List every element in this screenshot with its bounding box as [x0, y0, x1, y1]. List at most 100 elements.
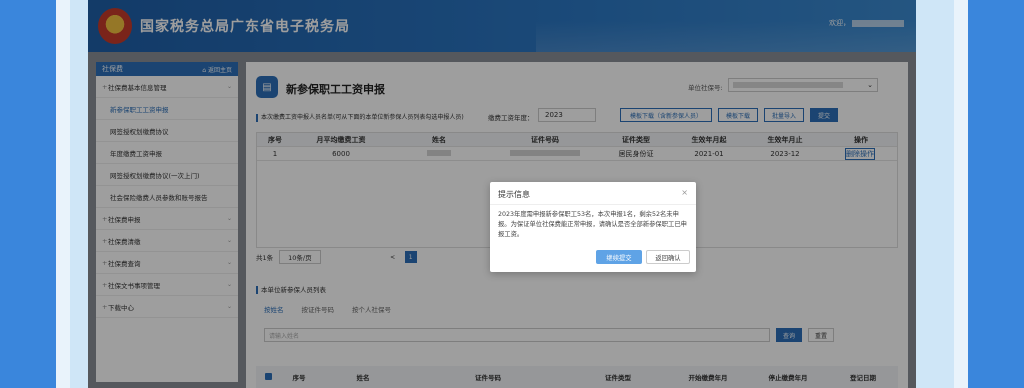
table-header-row: 序号 月平均缴费工资 姓名 证件号码 证件类型 生效年月起 生效年月止 操作: [257, 133, 897, 147]
sidebar-item-label: 社保费申报: [108, 215, 141, 224]
year-label: 缴费工资年度：: [488, 114, 534, 122]
sidebar-header: 社保费 ⌂ 返回主页: [96, 62, 238, 76]
sidebar-item[interactable]: 社会保险缴费人员参数和账号报告: [96, 186, 238, 208]
user-name-blurred: [852, 19, 904, 27]
screenshot-page: 国家税务总局广东省电子税务局 欢迎， 社保费 ⌂ 返回主页 + 社保费基本信息管理…: [88, 0, 916, 388]
chevron-down-icon: ⌄: [226, 237, 232, 244]
submit-button[interactable]: 提交: [810, 108, 838, 122]
sidebar-item[interactable]: 年度缴费工资申报: [96, 142, 238, 164]
back-confirm-button[interactable]: 返回确认: [646, 250, 690, 264]
list-hint: 本次缴费工资申报人员名单(可从下面的本单位新参保人员列表勾选申报人员): [256, 112, 464, 122]
dialog-message: 2023年度需申报新参保职工53名，本次申报1名，剩余52名未申报。为保证单位社…: [498, 211, 687, 238]
table-cell: 居民身份证: [618, 149, 654, 158]
column-header: 操作: [854, 135, 868, 144]
sidebar-item-label: 新参保职工工资申报: [110, 105, 169, 114]
column-header: 生效年月起: [691, 135, 727, 144]
search-mode-tabs: 按姓名 按证件号码 按个人社保号: [264, 304, 391, 314]
tab-by-id[interactable]: 按证件号码: [302, 304, 335, 314]
prev-page-button[interactable]: <: [387, 251, 399, 263]
sidebar-item[interactable]: + 社保费基本信息管理 ⌄: [96, 76, 238, 98]
table-cell: [489, 149, 601, 158]
sidebar: 社保费 ⌂ 返回主页 + 社保费基本信息管理 ⌄ 新参保职工工资申报 网签授权划缴费协议…: [96, 62, 238, 382]
query-button[interactable]: 查询: [776, 328, 802, 342]
column-header: 证件号码: [531, 135, 559, 144]
sidebar-item[interactable]: + 下载中心 ⌄: [96, 296, 238, 318]
column-header: 生效年月止: [767, 135, 803, 144]
batch-import-button[interactable]: 批量导入: [764, 108, 804, 122]
table-cell: 2023-12: [770, 149, 800, 158]
sidebar-item-label: 网签授权划缴费协议(一次上门): [110, 171, 200, 180]
tax-emblem-icon: [98, 8, 132, 44]
column-header: 证件类型: [622, 135, 650, 144]
sidebar-item[interactable]: 网签授权划缴费协议(一次上门): [96, 164, 238, 186]
column-header: 证件类型: [605, 374, 631, 382]
sidebar-item-label: 社保文书事项管理: [108, 281, 160, 290]
template-download-button[interactable]: 模板下载: [718, 108, 758, 122]
blurred-value: [510, 149, 580, 156]
sidebar-item[interactable]: + 社保文书事项管理 ⌄: [96, 274, 238, 296]
table-cell: 2021-01: [694, 149, 724, 158]
chevron-down-icon: ⌄: [226, 215, 232, 222]
dialog-title: 提示信息: [498, 190, 530, 199]
confirm-dialog: 提示信息 × 2023年度需申报新参保职工53名，本次申报1名，剩余52名未申报…: [490, 182, 696, 272]
template-download-full-button[interactable]: 模板下载（含新参保人员）: [620, 108, 712, 122]
table-row: 1 6000 居民身份证 2021-01 2023-12 删除操作: [257, 147, 897, 161]
table-cell: 1: [272, 149, 278, 158]
delete-action-button[interactable]: 删除操作: [845, 147, 875, 160]
welcome-text: 欢迎，: [829, 18, 904, 28]
sidebar-item[interactable]: 新参保职工工资申报: [96, 98, 238, 120]
column-header: 姓名: [432, 135, 446, 144]
sidebar-item-label: 网签授权划缴费协议: [110, 127, 169, 136]
member-table-header: 序号 姓名 证件号码 证件类型 开始缴费年月 停止缴费年月 登记日期: [256, 366, 898, 388]
column-header: 月平均缴费工资: [316, 135, 366, 144]
search-input[interactable]: 请输入姓名: [264, 328, 770, 342]
site-title: 国家税务总局广东省电子税务局: [140, 19, 350, 35]
column-header: 登记日期: [850, 374, 876, 382]
total-count: 共1条: [256, 254, 274, 262]
column-header: 序号: [268, 135, 282, 144]
unit-select[interactable]: ⌄: [728, 78, 878, 92]
page-button-current[interactable]: 1: [404, 251, 417, 263]
section2-title: 本单位新参保人员列表: [256, 284, 326, 294]
dialog-divider: [490, 204, 696, 205]
unit-value-blurred: [733, 82, 843, 88]
chevron-down-icon: ⌄: [226, 303, 232, 310]
chevron-down-icon: ⌄: [226, 259, 232, 266]
sidebar-title: 社保费: [102, 65, 123, 73]
page-title: 新参保职工工资申报: [286, 83, 385, 96]
back-home-link[interactable]: ⌂ 返回主页: [202, 65, 232, 74]
sidebar-item-label: 下载中心: [108, 303, 134, 312]
sidebar-item[interactable]: + 社保费申报 ⌄: [96, 208, 238, 230]
sidebar-item-label: 社保费基本信息管理: [108, 83, 167, 92]
column-header: 姓名: [356, 374, 370, 382]
column-header: 证件号码: [475, 374, 501, 382]
continue-submit-button[interactable]: 继续提交: [596, 250, 642, 264]
column-header: 开始缴费年月: [688, 374, 728, 382]
table-cell: [389, 149, 489, 158]
tab-by-name[interactable]: 按姓名: [264, 304, 284, 314]
select-all-checkbox[interactable]: [256, 372, 280, 382]
blurred-value: [427, 149, 451, 156]
close-icon[interactable]: ×: [681, 188, 688, 197]
sidebar-item[interactable]: + 社保费清缴 ⌄: [96, 230, 238, 252]
sidebar-item[interactable]: 网签授权划缴费协议: [96, 120, 238, 142]
chevron-down-icon: ⌄: [226, 281, 232, 288]
unit-label: 单位社保号:: [688, 84, 723, 92]
chevron-down-icon: ⌄: [226, 83, 232, 90]
sidebar-item-label: 社保费查询: [108, 259, 141, 268]
table-cell: 6000: [332, 149, 350, 158]
reset-button[interactable]: 重置: [808, 328, 834, 342]
page-size-select[interactable]: 10条/页: [279, 250, 321, 264]
top-banner: 国家税务总局广东省电子税务局 欢迎，: [88, 0, 916, 52]
column-header: 停止缴费年月: [768, 374, 808, 382]
column-header: 序号: [292, 374, 306, 382]
year-input[interactable]: 2023: [538, 108, 596, 122]
chevron-down-icon: ⌄: [867, 81, 873, 89]
tab-by-ss-no[interactable]: 按个人社保号: [352, 304, 391, 314]
sidebar-item[interactable]: + 社保费查询 ⌄: [96, 252, 238, 274]
pagination: 共1条 10条/页 < 1: [256, 250, 417, 264]
sidebar-item-label: 年度缴费工资申报: [110, 149, 162, 158]
sidebar-item-label: 社保费清缴: [108, 237, 141, 246]
sidebar-item-label: 社会保险缴费人员参数和账号报告: [110, 193, 208, 202]
form-icon: ▤: [256, 76, 278, 98]
